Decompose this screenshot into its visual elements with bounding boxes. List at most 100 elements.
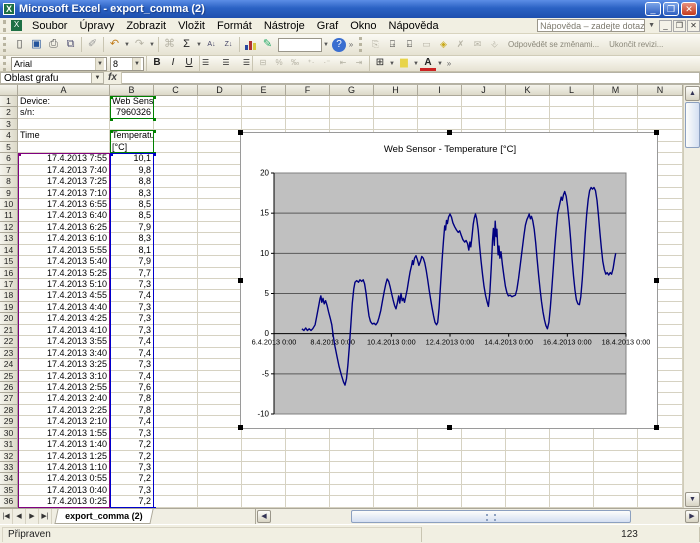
chart-selection-handle[interactable]	[447, 130, 452, 135]
cell-D19[interactable]	[198, 302, 242, 313]
menu-zobrazit[interactable]: Zobrazit	[120, 19, 172, 33]
cell-B9[interactable]: 8,3	[110, 188, 154, 199]
cell-J33[interactable]	[462, 462, 506, 473]
cell-M31[interactable]	[594, 439, 638, 450]
row-header-26[interactable]: 26	[0, 382, 18, 393]
toolbar-grip[interactable]	[3, 37, 8, 52]
cell-D21[interactable]	[198, 325, 242, 336]
cell-M33[interactable]	[594, 462, 638, 473]
scroll-right-icon[interactable]: ▶	[685, 510, 699, 523]
cell-C6[interactable]	[154, 153, 198, 164]
cell-A3[interactable]	[18, 119, 110, 130]
cell-D29[interactable]	[198, 416, 242, 427]
cell-B6[interactable]: 10,1	[110, 153, 154, 164]
cell-A35[interactable]: 17.4.2013 0:40	[18, 485, 110, 496]
cell-D12[interactable]	[198, 222, 242, 233]
review-4-icon[interactable]: ▭	[418, 37, 435, 53]
cell-C34[interactable]	[154, 473, 198, 484]
cell-N2[interactable]	[638, 107, 683, 118]
cell-C27[interactable]	[154, 393, 198, 404]
cell-C1[interactable]	[154, 96, 198, 107]
row-header-3[interactable]: 3	[0, 119, 18, 130]
cell-A13[interactable]: 17.4.2013 6:10	[18, 233, 110, 244]
column-header-N[interactable]: N	[638, 85, 683, 96]
cell-B7[interactable]: 9,8	[110, 165, 154, 176]
cell-I3[interactable]	[418, 119, 462, 130]
cell-F3[interactable]	[286, 119, 330, 130]
cell-G1[interactable]	[330, 96, 374, 107]
cell-A29[interactable]: 17.4.2013 2:10	[18, 416, 110, 427]
x-tick-label[interactable]: 16.4.2013 0:00	[543, 338, 592, 347]
number-format-icon-1[interactable]: ⊟	[255, 56, 271, 71]
font-color-dropdown-icon[interactable]: ▼	[436, 61, 444, 67]
cell-I34[interactable]	[418, 473, 462, 484]
cell-M3[interactable]	[594, 119, 638, 130]
review-7-icon[interactable]: ⎀	[486, 37, 503, 53]
toolbar-grip-2[interactable]	[359, 37, 364, 52]
cell-N3[interactable]	[638, 119, 683, 130]
fill-color-icon[interactable]: ▆	[396, 56, 412, 71]
review-3-icon[interactable]: ⍇	[401, 37, 418, 53]
review-6-icon[interactable]: ✉	[469, 37, 486, 53]
cell-D28[interactable]	[198, 405, 242, 416]
cell-B18[interactable]: 7,4	[110, 290, 154, 301]
workbook-minimize-button[interactable]: _	[659, 20, 672, 32]
cell-C15[interactable]	[154, 256, 198, 267]
close-button[interactable]: ✕	[681, 2, 697, 16]
cell-B22[interactable]: 7,4	[110, 336, 154, 347]
cell-B24[interactable]: 7,3	[110, 359, 154, 370]
cell-C12[interactable]	[154, 222, 198, 233]
cell-A20[interactable]: 17.4.2013 4:25	[18, 313, 110, 324]
cell-B36[interactable]: 7,2	[110, 496, 154, 507]
x-tick-label[interactable]: 10.4.2013 0:00	[367, 338, 416, 347]
cell-A2[interactable]: s/n:	[18, 107, 110, 118]
cell-G32[interactable]	[330, 451, 374, 462]
cell-K35[interactable]	[506, 485, 550, 496]
name-box-dropdown-icon[interactable]: ▼	[92, 72, 104, 84]
row-header-10[interactable]: 10	[0, 199, 18, 210]
chart-selection-handle[interactable]	[654, 425, 659, 430]
cell-A34[interactable]: 17.4.2013 0:55	[18, 473, 110, 484]
cell-I31[interactable]	[418, 439, 462, 450]
cell-D9[interactable]	[198, 188, 242, 199]
row-header-19[interactable]: 19	[0, 302, 18, 313]
row-header-35[interactable]: 35	[0, 485, 18, 496]
review-2-icon[interactable]: ⍈	[384, 37, 401, 53]
cell-I36[interactable]	[418, 496, 462, 507]
workbook-close-button[interactable]: ✕	[687, 20, 700, 32]
autosum-icon[interactable]: Σ	[178, 37, 195, 53]
cell-A32[interactable]: 17.4.2013 1:25	[18, 451, 110, 462]
cell-L35[interactable]	[550, 485, 594, 496]
cell-C22[interactable]	[154, 336, 198, 347]
x-tick-label[interactable]: 8.4.2013 0:00	[310, 338, 355, 347]
cell-B32[interactable]: 7,2	[110, 451, 154, 462]
cell-E31[interactable]	[242, 439, 286, 450]
cell-M36[interactable]	[594, 496, 638, 507]
cell-H31[interactable]	[374, 439, 418, 450]
cell-N35[interactable]	[638, 485, 683, 496]
reply-with-changes-button[interactable]: Odpovědět se změnami...	[503, 40, 604, 49]
borders-dropdown-icon[interactable]: ▼	[388, 61, 396, 67]
cell-D26[interactable]	[198, 382, 242, 393]
cell-D8[interactable]	[198, 176, 242, 187]
cell-F35[interactable]	[286, 485, 330, 496]
column-header-H[interactable]: H	[374, 85, 418, 96]
cell-B4[interactable]: Temperatu	[110, 130, 154, 141]
x-tick-label[interactable]: 18.4.2013 0:00	[602, 338, 651, 347]
menu-nstroje[interactable]: Nástroje	[258, 19, 311, 33]
cell-A6[interactable]: 17.4.2013 7:55	[18, 153, 110, 164]
cell-K3[interactable]	[506, 119, 550, 130]
cell-B5[interactable]: [°C]	[110, 142, 154, 153]
cell-M32[interactable]	[594, 451, 638, 462]
cell-C4[interactable]	[154, 130, 198, 141]
cell-D17[interactable]	[198, 279, 242, 290]
cell-E33[interactable]	[242, 462, 286, 473]
cell-C31[interactable]	[154, 439, 198, 450]
horizontal-scrollbar[interactable]: ◀ ▶	[255, 509, 700, 524]
row-header-17[interactable]: 17	[0, 279, 18, 290]
cell-D18[interactable]	[198, 290, 242, 301]
cell-C2[interactable]	[154, 107, 198, 118]
cell-D27[interactable]	[198, 393, 242, 404]
row-header-14[interactable]: 14	[0, 245, 18, 256]
cell-B11[interactable]: 8,5	[110, 210, 154, 221]
